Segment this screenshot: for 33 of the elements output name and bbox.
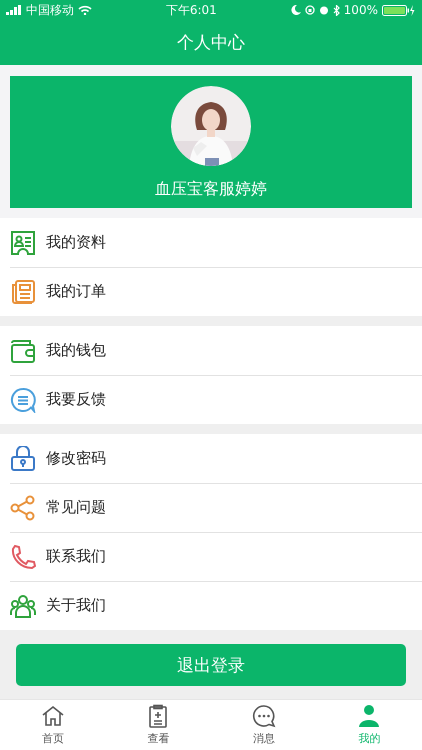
documents-icon [10,278,36,304]
rotation-lock-icon [304,5,315,15]
bluetooth-icon [332,4,340,16]
home-icon [40,704,65,728]
signal-icon [6,5,22,15]
menu-item[interactable]: 关于我们 [0,581,422,630]
person-icon [357,704,382,728]
tab-item[interactable]: 首页 [0,700,106,750]
menu-item[interactable]: 我的资料 [0,218,422,267]
menu-item[interactable]: 修改密码 [0,434,422,483]
status-time: 下午6:01 [166,2,217,18]
menu-item[interactable]: 常见问题 [0,483,422,532]
wifi-icon [78,5,92,15]
tab-item[interactable]: 消息 [211,700,316,750]
carrier-name: 中国移动 [26,2,74,18]
battery-percent: 100% [344,3,378,17]
chat-bubble-icon [10,386,36,412]
menu-item[interactable]: 我要反馈 [0,375,422,424]
menu-item[interactable]: 我的订单 [0,267,422,316]
lock-icon [10,446,36,472]
tab-item[interactable]: 查看 [106,700,211,750]
menu-item[interactable]: 联系我们 [0,532,422,581]
moon-icon [290,5,301,15]
wallet-icon [10,338,36,364]
phone-icon [10,544,36,570]
page-title: 个人中心 [177,32,245,54]
profile-card-icon [10,230,36,256]
menu-item[interactable]: 我的钱包 [0,326,422,375]
battery-icon [382,4,416,16]
chat-icon [252,704,276,728]
profile-name: 血压宝客服婷婷 [155,179,267,200]
share-icon [10,494,36,520]
group-icon [10,592,36,618]
